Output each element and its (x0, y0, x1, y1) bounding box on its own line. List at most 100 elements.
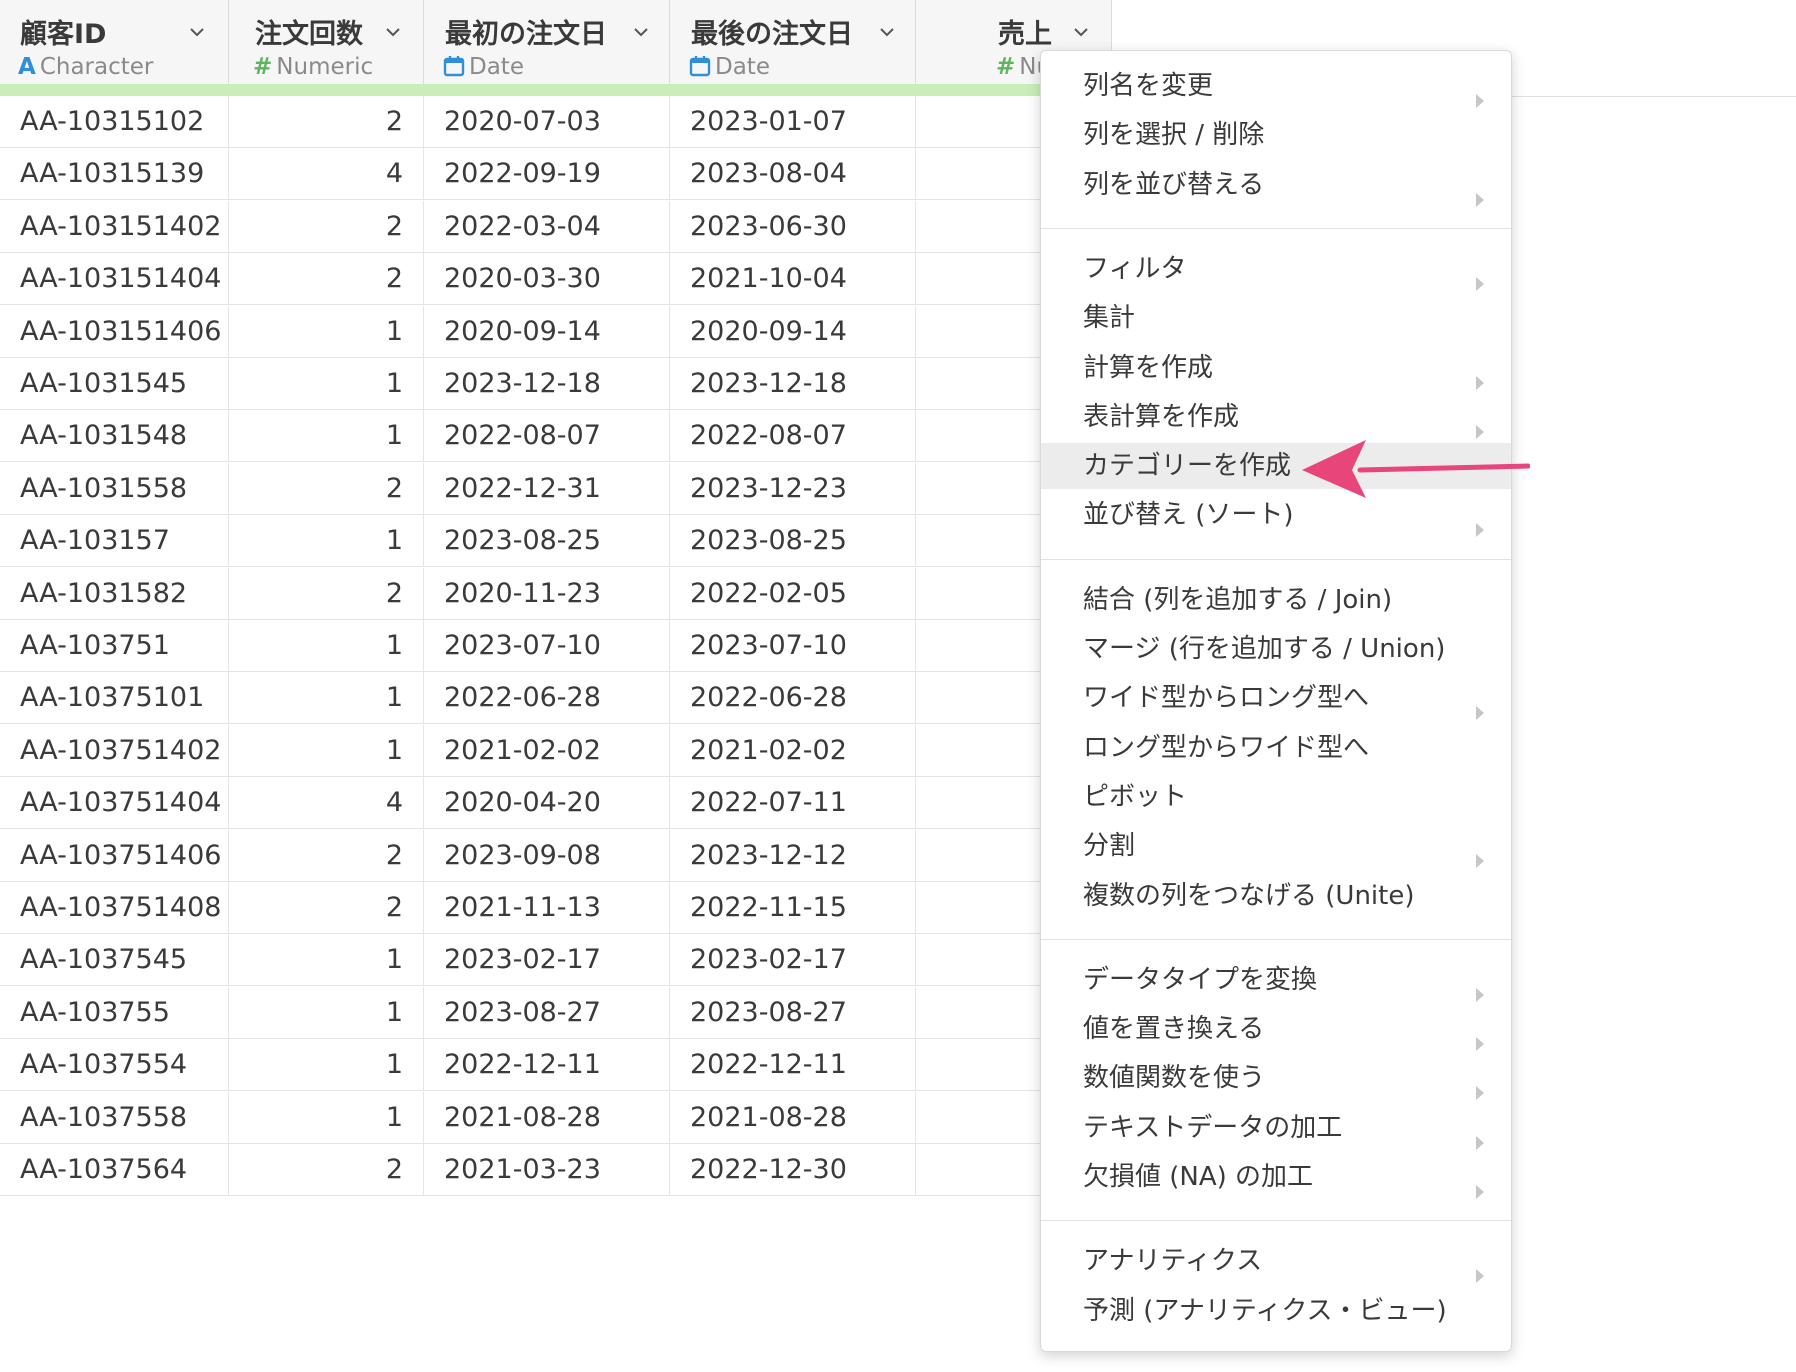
numeric-type-icon: # (253, 54, 273, 80)
table-row[interactable]: AA-10315140222022-03-042023-06-30850 (0, 200, 1112, 253)
order-count-cell: 1 (229, 620, 424, 672)
menu-separator (1041, 558, 1511, 560)
table-row[interactable]: AA-1037510112022-06-282022-06-28243 (0, 672, 1112, 725)
menu-item[interactable]: 欠損値 (NA) の加工 (1041, 1154, 1511, 1200)
menu-item[interactable]: フィルタ (1041, 246, 1511, 292)
last-order-date-cell: 2023-01-07 (670, 96, 916, 148)
table-row[interactable]: AA-10315712023-08-252023-08-25355 (0, 515, 1112, 568)
customer-id-cell: AA-103751408 (0, 882, 229, 934)
order-count-cell: 1 (229, 934, 424, 987)
chevron-down-icon[interactable] (634, 24, 648, 38)
first-order-date-cell: 2022-03-04 (424, 200, 670, 253)
chevron-down-icon[interactable] (880, 24, 894, 38)
menu-item-label: 並び替え (ソート) (1083, 500, 1294, 531)
submenu-arrow-icon (1475, 838, 1485, 869)
menu-item-label: 計算を作成 (1083, 352, 1214, 383)
table-row[interactable]: AA-1031510222020-07-032023-01-07544 (0, 96, 1112, 148)
chevron-down-icon[interactable] (386, 24, 400, 38)
menu-item-label: フィルタ (1083, 253, 1187, 284)
chevron-down-icon[interactable] (190, 24, 204, 38)
menu-item[interactable]: 数値関数を使う (1041, 1055, 1511, 1101)
pointer-arrow-icon (1302, 440, 1530, 498)
column-header-1[interactable]: 顧客ID A Character (0, 0, 229, 84)
table-row[interactable]: AA-10375140212021-02-022021-02-02178 (0, 724, 1112, 777)
menu-item-label: 集計 (1083, 303, 1136, 334)
order-count-cell: 2 (229, 829, 424, 882)
last-order-date-cell: 2022-02-05 (670, 567, 916, 620)
order-count-cell: 1 (229, 358, 424, 410)
customer-id-cell: AA-10315139 (0, 148, 229, 201)
character-type-icon: A (18, 54, 36, 80)
menu-item[interactable]: 集計 (1041, 295, 1511, 341)
submenu-arrow-icon (1475, 1253, 1485, 1284)
customer-id-cell: AA-103751406 (0, 829, 229, 882)
table-row[interactable]: AA-103754512023-02-172023-02-1790 (0, 934, 1112, 987)
last-order-date-cell: 2022-12-30 (670, 1144, 916, 1196)
data-grid: 顧客ID A Character 注文回数 # Numeric 最初の注文日 Date 最後の注… (0, 0, 1112, 1372)
table-row[interactable]: AA-10315140422020-03-302021-10-0479 (0, 253, 1112, 306)
customer-id-cell: AA-1037545 (0, 934, 229, 987)
first-order-date-cell: 2020-07-03 (424, 96, 670, 148)
menu-item[interactable]: テキストデータの加工 (1041, 1105, 1511, 1151)
table-row[interactable]: AA-103755812021-08-282021-08-28185 (0, 1091, 1112, 1144)
menu-item[interactable]: 複数の列をつなげる (Unite) (1041, 873, 1511, 919)
menu-item[interactable]: ワイド型からロング型へ (1041, 675, 1511, 721)
menu-item[interactable]: 表計算を作成 (1041, 394, 1511, 440)
customer-id-cell: AA-103151406 (0, 305, 229, 358)
first-order-date-cell: 2021-03-23 (424, 1144, 670, 1196)
table-row[interactable]: AA-103755412022-12-112022-12-111 (0, 1039, 1112, 1092)
customer-id-cell: AA-103157 (0, 515, 229, 568)
calendar-icon (689, 55, 711, 83)
table-row[interactable]: AA-10315140612020-09-142020-09-142 (0, 305, 1112, 358)
column-header-4[interactable]: 最後の注文日 Date (670, 0, 916, 84)
last-order-date-cell: 2022-11-15 (670, 882, 916, 934)
column-type-label: Date (443, 54, 524, 83)
menu-item[interactable]: 列名を変更 (1041, 63, 1511, 109)
last-order-date-cell: 2020-09-14 (670, 305, 916, 358)
customer-id-cell: AA-103755 (0, 986, 229, 1039)
table-row[interactable]: AA-10375512023-08-272023-08-277 (0, 986, 1112, 1039)
menu-item-label: 列を並び替える (1083, 169, 1265, 200)
menu-item[interactable]: 列を選択 / 削除 (1041, 112, 1511, 158)
first-order-date-cell: 2023-07-10 (424, 620, 670, 672)
column-header-2[interactable]: 注文回数 # Numeric (229, 0, 424, 84)
menu-item[interactable]: 分割 (1041, 823, 1511, 869)
table-row[interactable]: AA-10375140822021-11-132022-11-15598 (0, 882, 1112, 934)
last-order-date-cell: 2023-07-10 (670, 620, 916, 672)
last-order-date-cell: 2023-12-12 (670, 829, 916, 882)
table-row[interactable]: AA-10375140622023-09-082023-12-12206 (0, 829, 1112, 882)
first-order-date-cell: 2022-06-28 (424, 672, 670, 725)
table-row[interactable]: AA-103155822022-12-312023-12-23545 (0, 462, 1112, 515)
menu-item[interactable]: ロング型からワイド型へ (1041, 725, 1511, 771)
menu-item-label: 列名を変更 (1083, 71, 1214, 101)
menu-item[interactable]: 結合 (列を追加する / Join) (1041, 577, 1511, 623)
table-row[interactable]: AA-103756422021-03-232022-12-3046 (0, 1144, 1112, 1196)
column-header-3[interactable]: 最初の注文日 Date (424, 0, 670, 84)
chevron-down-icon[interactable] (1074, 24, 1088, 38)
table-row[interactable]: AA-10375140442020-04-202022-07-1172 (0, 777, 1112, 830)
customer-id-cell: AA-1031548 (0, 410, 229, 463)
table-row[interactable]: AA-10375112023-07-102023-07-10406 (0, 620, 1112, 672)
table-row[interactable]: AA-1031513942022-09-192023-08-042,33 (0, 148, 1112, 201)
first-order-date-cell: 2020-03-30 (424, 253, 670, 306)
table-row[interactable]: AA-103154812022-08-072022-08-0768 (0, 410, 1112, 463)
menu-item[interactable]: 計算を作成 (1041, 345, 1511, 391)
last-order-date-cell: 2023-08-04 (670, 148, 916, 201)
last-order-date-cell: 2023-12-23 (670, 462, 916, 515)
menu-item[interactable]: ピボット (1041, 774, 1511, 820)
table-row[interactable]: AA-103154512023-12-182023-12-18368 (0, 358, 1112, 410)
column-type-label: A Character (18, 54, 153, 80)
order-count-cell: 2 (229, 200, 424, 253)
menu-item[interactable]: 列を並び替える (1041, 162, 1511, 208)
submenu-arrow-icon (1475, 690, 1485, 721)
first-order-date-cell: 2022-12-11 (424, 1039, 670, 1092)
table-row[interactable]: AA-103158222020-11-232022-02-05632 (0, 567, 1112, 620)
column-context-menu: 列名を変更 列を選択 / 削除 列を並び替える フィルタ 集計 計算を作成 表計算を作成 カテ… (1040, 50, 1512, 1352)
menu-item[interactable]: マージ (行を追加する / Union) (1041, 626, 1511, 672)
first-order-date-cell: 2021-02-02 (424, 724, 670, 777)
menu-item[interactable]: データタイプを変換 (1041, 957, 1511, 1003)
menu-item[interactable]: 値を置き換える (1041, 1006, 1511, 1052)
menu-item[interactable]: 予測 (アナリティクス・ビュー) (1041, 1288, 1511, 1334)
menu-item[interactable]: アナリティクス (1041, 1238, 1511, 1284)
column-type-label: Date (689, 54, 770, 83)
